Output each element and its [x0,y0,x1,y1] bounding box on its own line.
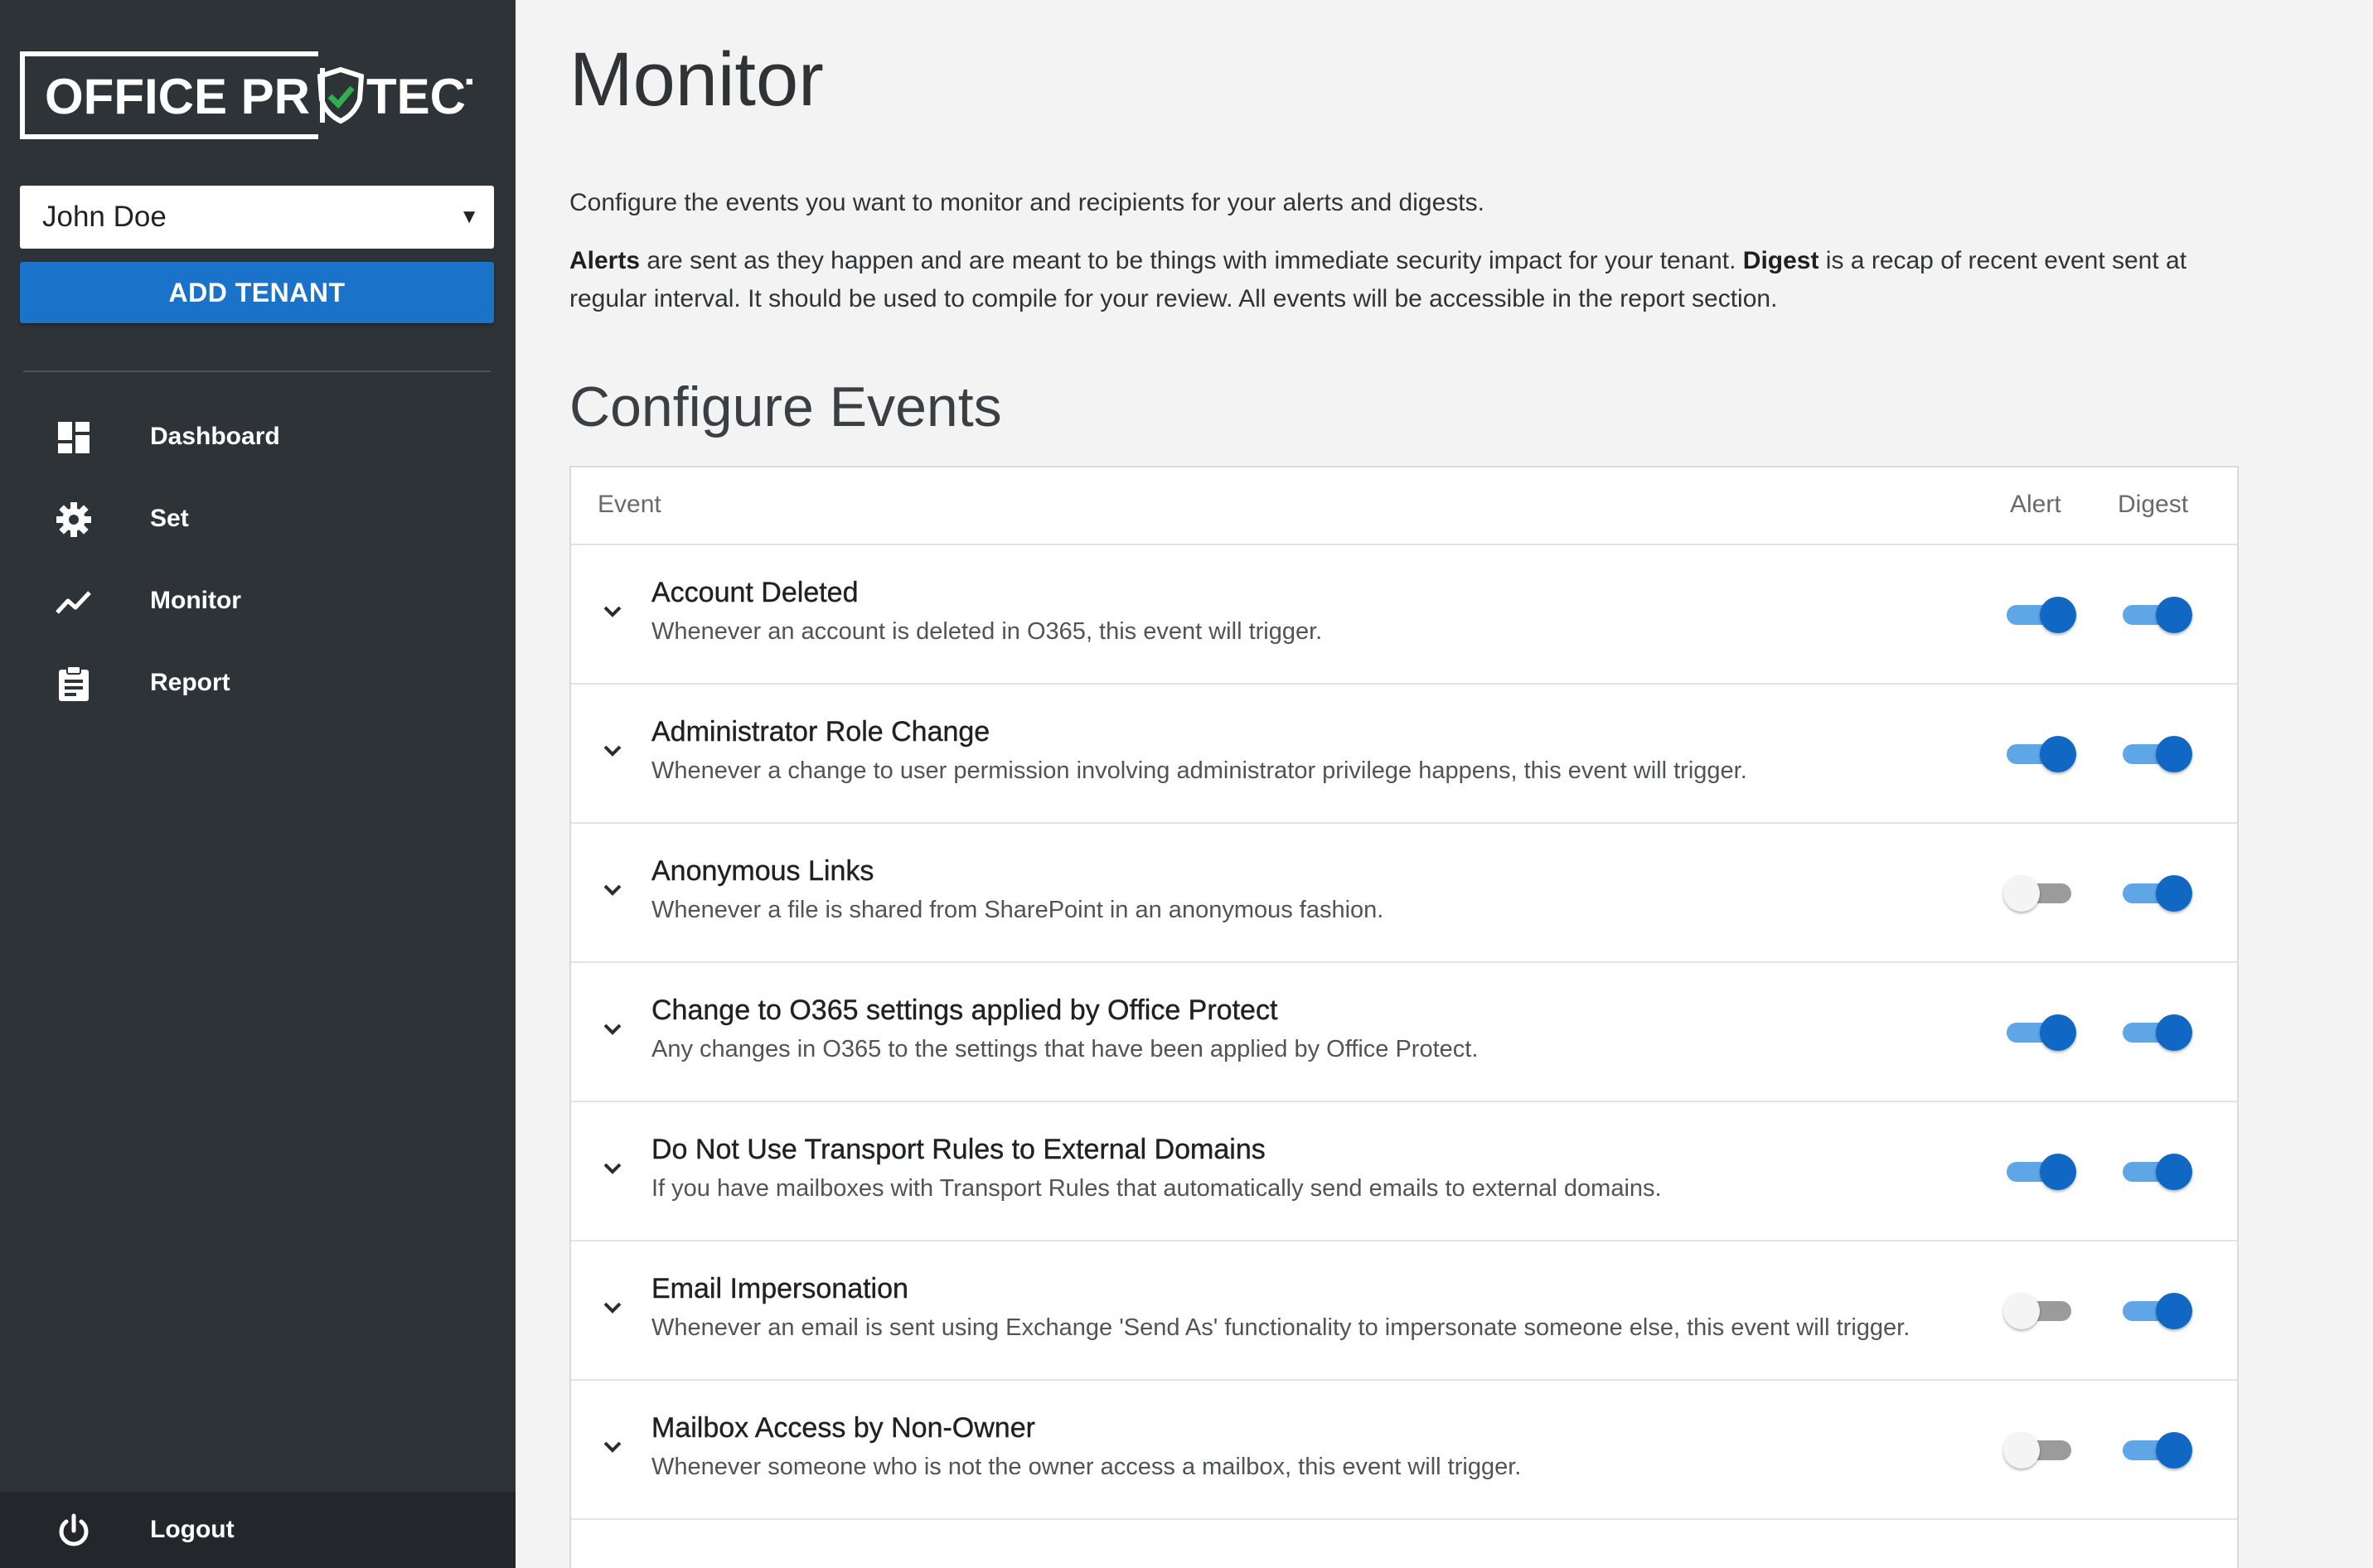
event-title: Email Impersonation [651,1273,908,1304]
event-title: Change to O365 settings applied by Offic… [651,995,1278,1026]
tenant-select[interactable]: John Doe ▼ [20,186,494,249]
toggle-knob [2003,875,2040,912]
alerts-description: are sent as they happen and are meant to… [640,247,1743,274]
page-title: Monitor [569,37,824,122]
toggle-knob [2156,1432,2192,1469]
chevron-down-icon[interactable] [599,1295,626,1321]
alert-toggle[interactable] [2007,1152,2076,1192]
sidebar-item-label: Monitor [150,587,241,614]
chevron-down-icon[interactable] [599,1155,626,1182]
sidebar-item-label: Dashboard [150,423,280,450]
tenant-selected-value: John Doe [42,201,167,233]
toggle-knob [2040,597,2076,633]
chevron-down-icon[interactable] [599,877,626,903]
table-row: Mailbox Access by Non-Owner Whenever some… [571,1381,2237,1520]
column-header-alert: Alert [2010,491,2061,518]
table-row: Do Not Use Transport Rules to External D… [571,1102,2237,1241]
toggle-knob [2003,1293,2040,1329]
digest-term: Digest [1742,247,1819,274]
logout-bar: Logout [0,1492,516,1568]
office-protect-logo[interactable]: OFFICE PR TECT [20,51,472,139]
chevron-down-icon[interactable] [599,738,626,764]
event-description: Whenever a file is shared from SharePoin… [651,897,1384,923]
alerts-term: Alerts [569,247,641,274]
digest-toggle[interactable] [2123,1430,2192,1470]
toggle-knob [2003,1432,2040,1469]
digest-toggle[interactable] [2123,1291,2192,1331]
shield-check-icon [317,66,365,124]
table-row: Email Impersonation Whenever an email is … [571,1241,2237,1381]
alert-toggle[interactable] [2003,874,2071,913]
alert-toggle[interactable] [2003,1430,2071,1470]
event-title: Anonymous Links [651,855,874,887]
toggle-knob [2040,1154,2076,1190]
intro-text: Configure the events you want to monitor… [569,189,1484,216]
event-description: Whenever someone who is not the owner ac… [651,1454,1522,1480]
digest-toggle[interactable] [2123,1152,2192,1192]
dashboard-icon [58,422,90,453]
digest-toggle[interactable] [2123,734,2192,774]
event-description: Whenever an email is sent using Exchange… [651,1314,1911,1341]
digest-toggle[interactable] [2123,1013,2192,1053]
event-title: Account Deleted [651,577,859,608]
add-tenant-button[interactable]: ADD TENANT [20,262,494,323]
sidebar-item-monitor[interactable]: Monitor [0,568,516,634]
sidebar-item-label: Set [150,505,189,532]
event-description: Any changes in O365 to the settings that… [651,1036,1479,1062]
chevron-down-icon[interactable] [599,1016,626,1043]
alert-toggle[interactable] [2007,1013,2076,1053]
alert-toggle[interactable] [2007,734,2076,774]
chevron-down-icon[interactable] [599,1434,626,1460]
section-title: Configure Events [569,375,1002,438]
sidebar-item-set[interactable]: Set [0,486,516,552]
logout-label: Logout [150,1516,235,1543]
digest-toggle[interactable] [2123,595,2192,635]
table-row: Change to O365 settings applied by Offic… [571,963,2237,1102]
logout-button[interactable]: Logout [0,1497,516,1563]
event-description: If you have mailboxes with Transport Rul… [651,1175,1662,1202]
digest-toggle[interactable] [2123,874,2192,913]
sidebar-divider [23,370,491,372]
event-description: Whenever an account is deleted in O365, … [651,618,1323,645]
svg-text:TECT: TECT [366,69,472,124]
sidebar: OFFICE PR TECT John Doe ▼ ADD TENANT Das… [0,0,516,1568]
trend-line-icon [56,591,91,614]
toggle-knob [2156,1293,2192,1329]
toggle-knob [2156,1014,2192,1051]
sidebar-item-label: Report [150,669,230,696]
sidebar-item-dashboard[interactable]: Dashboard [0,404,516,470]
column-header-digest: Digest [2118,491,2189,518]
event-description: Whenever a change to user permission inv… [651,757,1747,784]
toggle-knob [2156,875,2192,912]
event-title: Administrator Role Change [651,716,990,748]
event-title: Mailbox Access by Non-Owner [651,1412,1035,1444]
chevron-down-icon[interactable] [599,598,626,625]
toggle-knob [2040,1014,2076,1051]
event-title: Do Not Use Transport Rules to External D… [651,1134,1266,1165]
table-row: Administrator Role Change Whenever a chan… [571,685,2237,824]
clipboard-icon [59,665,89,701]
toggle-knob [2040,736,2076,772]
toggle-knob [2156,1154,2192,1190]
caret-down-icon: ▼ [459,206,479,228]
alert-toggle[interactable] [2003,1291,2071,1331]
gear-icon [56,502,91,537]
power-icon [59,1513,89,1546]
toggle-knob [2156,597,2192,633]
alert-toggle[interactable] [2007,595,2076,635]
svg-text:OFFICE PR: OFFICE PR [45,69,310,124]
events-table: Event Alert Digest Account Deleted Whenev… [569,466,2239,1568]
table-row: Anonymous Links Whenever a file is shared… [571,824,2237,963]
table-header: Event Alert Digest [571,467,2237,545]
column-header-event: Event [598,491,661,518]
table-row: Account Deleted Whenever an account is de… [571,545,2237,685]
alerts-digest-explanation: Alerts are sent as they happen and are m… [569,242,2260,318]
toggle-knob [2156,736,2192,772]
sidebar-item-report[interactable]: Report [0,650,516,716]
